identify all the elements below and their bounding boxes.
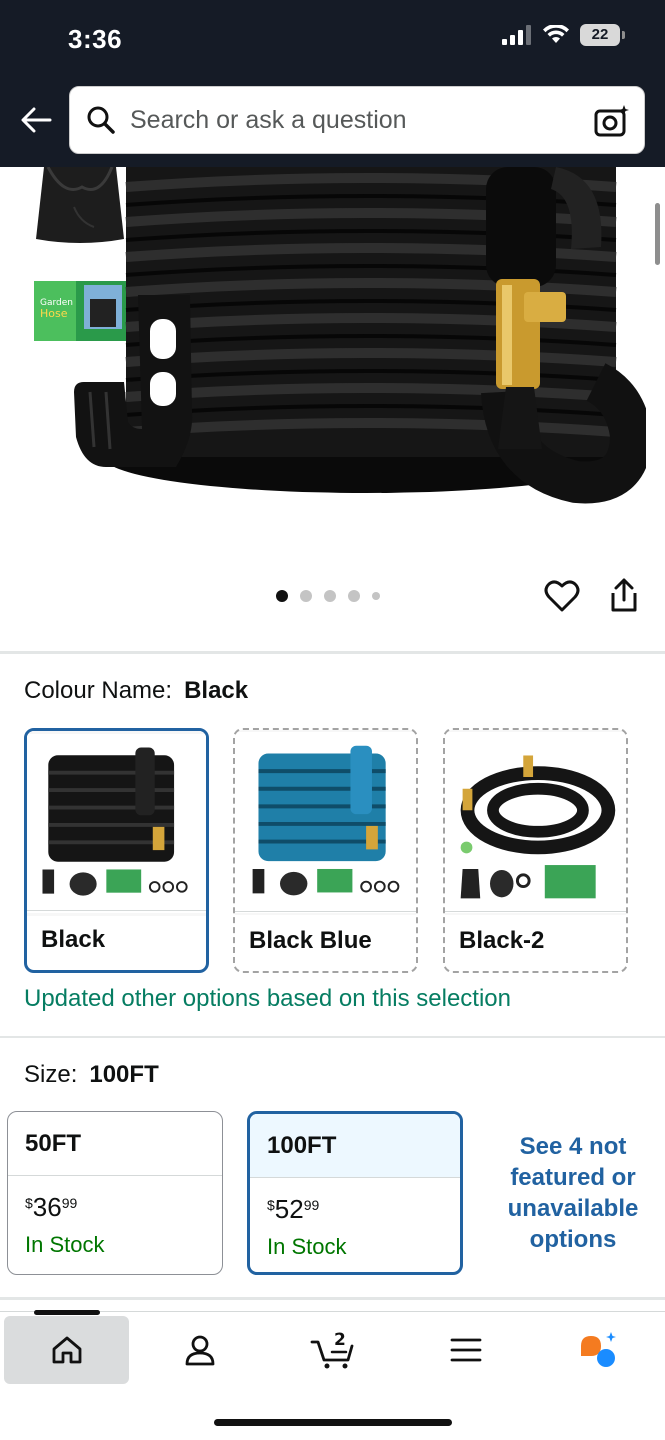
pagination-dot[interactable] <box>372 592 380 600</box>
gallery-pagination[interactable] <box>276 590 380 602</box>
price-fraction: 99 <box>303 1197 320 1213</box>
see-more-options-link[interactable]: See 4 not featured or unavailable option… <box>490 1131 656 1255</box>
colour-label-text: Colour Name: <box>24 677 173 704</box>
battery-icon: 22 <box>580 24 625 46</box>
search-input[interactable] <box>130 105 580 135</box>
expandable-hose-image <box>74 167 646 504</box>
section-divider <box>0 1297 665 1300</box>
status-indicators: 22 <box>502 24 625 46</box>
menu-icon <box>450 1338 481 1362</box>
wifi-icon <box>543 25 569 43</box>
pagination-dot[interactable] <box>324 590 336 602</box>
price-whole: 52 <box>274 1194 304 1224</box>
nav-rufus[interactable] <box>536 1316 661 1384</box>
heart-icon[interactable] <box>544 579 580 613</box>
size-option-name: 100FT <box>250 1114 460 1178</box>
size-label: Size: 100FT <box>24 1061 159 1089</box>
black-2-hose-swatch-image <box>445 730 626 915</box>
stock-status: In Stock <box>267 1234 347 1259</box>
account-icon <box>185 1335 214 1366</box>
pagination-dot[interactable] <box>348 590 360 602</box>
colour-option-black[interactable]: Black <box>24 728 209 973</box>
colour-selected-value: Black <box>184 677 249 704</box>
nav-menu[interactable] <box>403 1316 528 1384</box>
top-bar: 3:36 22 <box>0 0 665 167</box>
size-selected-value: 100FT <box>89 1061 159 1088</box>
nav-cart[interactable]: 2 <box>270 1316 395 1384</box>
size-option-100ft[interactable]: 100FT $52 99 In Stock <box>247 1111 463 1275</box>
nav-home[interactable] <box>4 1316 129 1384</box>
cart-count: 2 <box>334 1330 346 1350</box>
price-whole: 36 <box>32 1192 62 1222</box>
stock-status: In Stock <box>25 1232 105 1257</box>
system-home-indicator <box>214 1419 452 1426</box>
nav-account[interactable] <box>137 1316 262 1384</box>
colour-option-label: Black-2 <box>445 911 626 971</box>
pagination-dot[interactable] <box>300 590 312 602</box>
share-icon[interactable] <box>608 577 640 613</box>
home-icon <box>52 1336 81 1364</box>
size-option-price: $36 99 <box>25 1192 77 1223</box>
battery-level: 22 <box>580 24 620 46</box>
size-label-text: Size: <box>24 1061 78 1088</box>
colour-label: Colour Name: Black <box>24 677 248 705</box>
options-updated-note: Updated other options based on this sele… <box>24 985 511 1012</box>
section-divider <box>0 651 665 654</box>
colour-option-label: Black Blue <box>235 911 416 971</box>
back-button[interactable] <box>16 100 56 140</box>
colour-option-black-blue[interactable]: Black Blue <box>233 728 418 973</box>
camera-search-icon[interactable] <box>594 103 630 139</box>
pagination-dot[interactable] <box>276 590 288 602</box>
signal-icon <box>502 25 531 45</box>
rufus-icon <box>580 1332 616 1367</box>
colour-option-black-2[interactable]: Black-2 <box>443 728 628 973</box>
price-currency: $ <box>25 1195 33 1211</box>
black-hose-swatch-image <box>27 731 206 916</box>
size-option-price: $52 99 <box>267 1194 319 1225</box>
colour-option-label: Black <box>27 910 206 970</box>
bottom-navigation: 2 <box>0 1310 665 1440</box>
search-bar[interactable] <box>69 86 645 154</box>
size-option-name: 50FT <box>8 1112 222 1176</box>
status-time: 3:36 <box>68 24 123 54</box>
cart-icon: 2 <box>310 1330 353 1369</box>
search-icon <box>87 106 115 134</box>
size-option-50ft[interactable]: 50FT $36 99 In Stock <box>7 1111 223 1275</box>
price-fraction: 99 <box>61 1195 78 1211</box>
section-divider <box>0 1036 665 1038</box>
active-tab-indicator <box>34 1310 100 1315</box>
price-currency: $ <box>267 1197 275 1213</box>
gallery-scrollbar <box>655 203 660 265</box>
svg-text:Hose: Hose <box>40 307 68 320</box>
product-image-gallery[interactable]: Garden Hose <box>0 167 665 652</box>
back-arrow-icon <box>21 107 52 133</box>
black-blue-hose-swatch-image <box>235 730 416 915</box>
